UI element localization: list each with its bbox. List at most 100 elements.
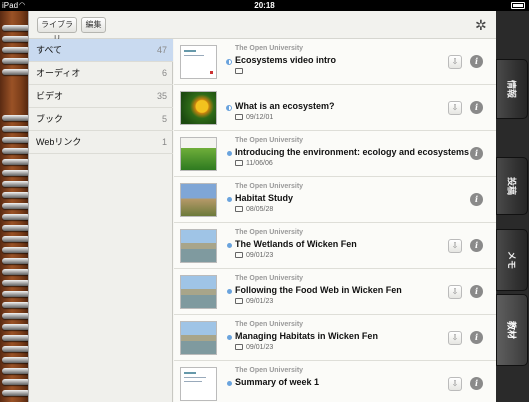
- ring-icon: [2, 291, 30, 297]
- info-icon[interactable]: i: [470, 331, 483, 344]
- item-publisher: The Open University: [235, 367, 304, 374]
- category-count: 5: [161, 114, 167, 124]
- tab-info[interactable]: 情報: [496, 59, 528, 119]
- ring-icon: [2, 390, 30, 396]
- category-label: Webリンク: [36, 137, 82, 147]
- list-item[interactable]: The Open University Ecosystems video int…: [174, 39, 497, 85]
- partially-watched-indicator: [226, 59, 232, 65]
- list-item[interactable]: The Open University Summary of week 1 ⇩ …: [174, 361, 497, 402]
- download-button[interactable]: ⇩: [448, 377, 462, 391]
- tab-materials[interactable]: 教材: [496, 294, 528, 366]
- category-label: すべて: [36, 45, 63, 55]
- item-title: Summary of week 1: [235, 377, 320, 387]
- download-button[interactable]: ⇩: [448, 55, 462, 69]
- video-icon: [235, 114, 243, 120]
- category-sidebar: すべて 47 オーディオ 6 ビデオ 35 ブック 5 Webリンク 1: [29, 39, 173, 402]
- ring-icon: [2, 236, 30, 242]
- item-date: 09/12/01: [246, 114, 274, 121]
- list-item[interactable]: The Open University Following the Food W…: [174, 269, 497, 315]
- item-publisher: The Open University: [235, 137, 304, 144]
- ring-icon: [2, 269, 30, 275]
- item-title: Habitat Study: [235, 193, 294, 203]
- info-icon[interactable]: i: [470, 239, 483, 252]
- list-item[interactable]: The Open University Introducing the envi…: [174, 131, 497, 177]
- unwatched-indicator: [227, 381, 232, 386]
- toolbar: ライブラリ 編集 ✲: [29, 11, 497, 43]
- list-item[interactable]: The Open University Managing Habitats in…: [174, 315, 497, 361]
- item-publisher: The Open University: [235, 275, 304, 282]
- item-meta: [235, 68, 246, 75]
- category-book[interactable]: ブック 5: [29, 108, 173, 131]
- info-icon[interactable]: i: [470, 377, 483, 390]
- video-thumbnail: [180, 321, 217, 355]
- item-meta: 09/12/01: [235, 114, 273, 121]
- ring-icon: [2, 335, 30, 341]
- gear-icon[interactable]: ✲: [475, 18, 489, 32]
- unwatched-indicator: [227, 335, 232, 340]
- category-video[interactable]: ビデオ 35: [29, 85, 173, 108]
- video-thumbnail: [180, 137, 217, 171]
- info-icon[interactable]: i: [470, 147, 483, 160]
- item-date: 11/06/06: [246, 160, 273, 167]
- tab-notes[interactable]: メモ: [496, 229, 528, 291]
- category-all[interactable]: すべて 47: [29, 39, 173, 62]
- ring-icon: [2, 357, 30, 363]
- video-icon: [235, 160, 243, 166]
- ring-icon: [2, 313, 30, 319]
- category-count: 6: [161, 68, 167, 78]
- category-label: オーディオ: [36, 68, 81, 78]
- category-audio[interactable]: オーディオ 6: [29, 62, 173, 85]
- download-button[interactable]: ⇩: [448, 239, 462, 253]
- download-button[interactable]: ⇩: [448, 101, 462, 115]
- info-icon[interactable]: i: [470, 101, 483, 114]
- video-icon: [235, 298, 243, 304]
- ring-icon: [2, 368, 30, 374]
- ring-icon: [2, 192, 30, 198]
- ring-icon: [2, 302, 30, 308]
- item-title: Following the Food Web in Wicken Fen: [235, 285, 402, 295]
- edit-button[interactable]: 編集: [81, 17, 106, 33]
- category-count: 35: [156, 91, 167, 101]
- notebook-binding: [0, 11, 30, 402]
- tab-label: 情報: [506, 79, 517, 99]
- item-meta: 09/01/23: [235, 298, 273, 305]
- list-item[interactable]: The Open University The Wetlands of Wick…: [174, 223, 497, 269]
- item-date: 09/01/23: [246, 344, 274, 351]
- list-item[interactable]: The Open University Habitat Study 08/05/…: [174, 177, 497, 223]
- item-meta: 09/01/23: [235, 344, 273, 351]
- video-icon: [235, 344, 243, 350]
- item-date: 09/01/23: [246, 298, 274, 305]
- download-button[interactable]: ⇩: [448, 285, 462, 299]
- category-label: ビデオ: [36, 91, 64, 101]
- item-title: The Wetlands of Wicken Fen: [235, 239, 357, 249]
- ring-icon: [2, 225, 30, 231]
- tab-posts[interactable]: 投稿: [496, 157, 528, 215]
- ring-icon: [2, 170, 30, 176]
- unwatched-indicator: [227, 197, 232, 202]
- category-count: 47: [156, 45, 167, 55]
- side-tabs: 情報 投稿 メモ 教材: [496, 11, 529, 402]
- item-meta: 11/06/06: [235, 160, 273, 167]
- video-thumbnail: [180, 183, 217, 217]
- unwatched-indicator: [227, 289, 232, 294]
- video-thumbnail: [180, 367, 217, 401]
- item-title: Introducing the environment: ecology and…: [235, 147, 470, 157]
- battery-icon: [511, 2, 525, 9]
- info-icon[interactable]: i: [470, 193, 483, 206]
- info-icon[interactable]: i: [470, 55, 483, 68]
- info-icon[interactable]: i: [470, 285, 483, 298]
- category-label: ブック: [36, 114, 64, 124]
- video-icon: [235, 68, 243, 74]
- download-button[interactable]: ⇩: [448, 331, 462, 345]
- ring-icon: [2, 137, 30, 143]
- category-count: 1: [161, 137, 167, 147]
- ring-icon: [2, 247, 30, 253]
- item-publisher: The Open University: [235, 183, 304, 190]
- library-button[interactable]: ライブラリ: [37, 17, 77, 43]
- item-publisher: The Open University: [235, 45, 304, 52]
- ring-icon: [2, 148, 30, 154]
- item-meta: 08/05/28: [235, 206, 273, 213]
- category-weblink[interactable]: Webリンク 1: [29, 131, 173, 154]
- list-item[interactable]: What is an ecosystem? 09/12/01 ⇩ i: [174, 85, 497, 131]
- partially-watched-indicator: [226, 105, 232, 111]
